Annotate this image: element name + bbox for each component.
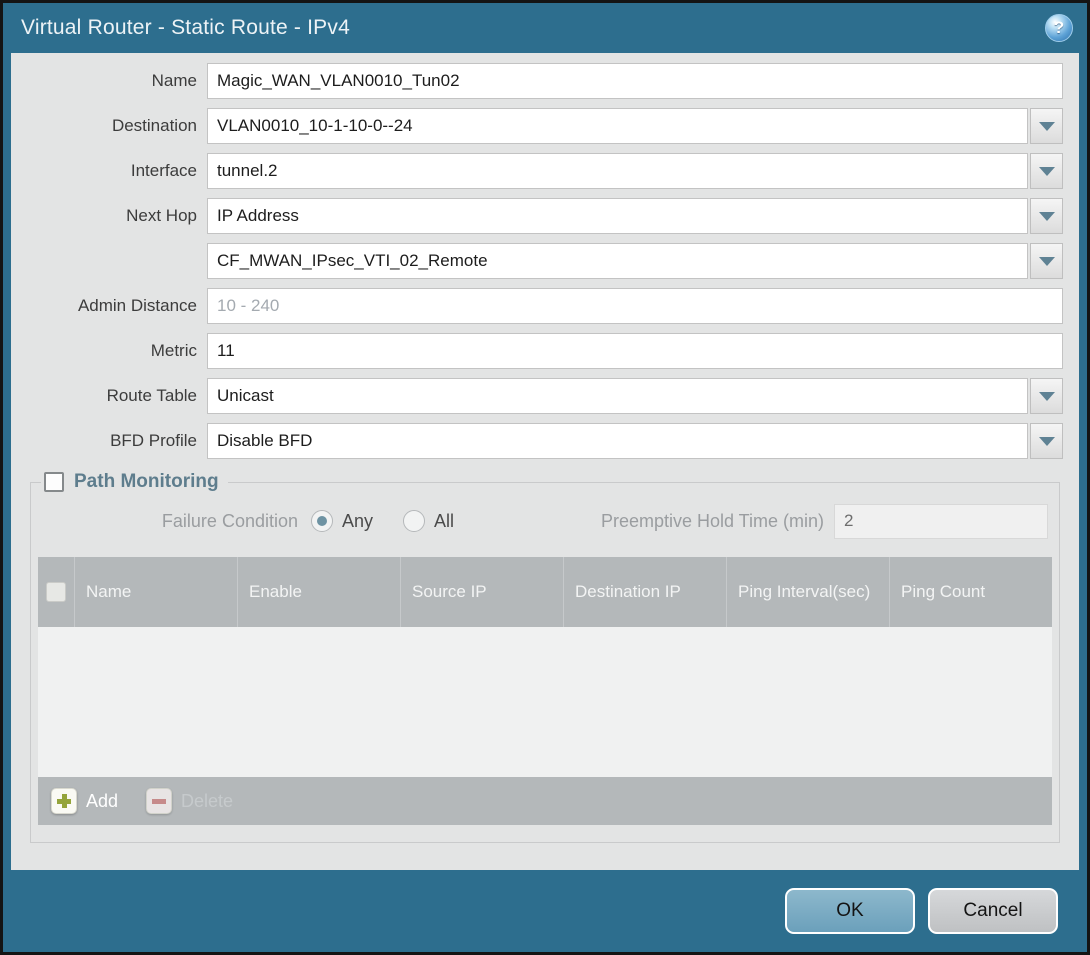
interface-input[interactable] (207, 153, 1028, 189)
help-icon[interactable]: ? (1045, 14, 1073, 42)
dialog-footer: OK Cancel (3, 870, 1087, 952)
chevron-down-icon (1039, 167, 1055, 176)
admin-distance-label: Admin Distance (11, 296, 207, 316)
path-monitoring-controls: Failure Condition Any All Preemptive Hol… (38, 503, 1052, 539)
chevron-down-icon (1039, 392, 1055, 401)
table-body-empty (38, 627, 1052, 777)
column-header-enable: Enable (237, 557, 400, 627)
interface-label: Interface (11, 161, 207, 181)
radio-any-icon[interactable] (311, 510, 333, 532)
route-table-dropdown-button[interactable] (1030, 378, 1063, 414)
ok-button[interactable]: OK (785, 888, 915, 934)
static-route-dialog: Virtual Router - Static Route - IPv4 ? N… (0, 0, 1090, 955)
bfd-profile-input[interactable] (207, 423, 1028, 459)
delete-button: Delete (146, 788, 233, 814)
destination-row: Destination (11, 108, 1079, 144)
path-monitoring-title: Path Monitoring (74, 471, 219, 493)
path-monitoring-legend: Path Monitoring (41, 471, 228, 493)
column-header-source-ip: Source IP (400, 557, 563, 627)
radio-all-label: All (434, 511, 454, 532)
cancel-button[interactable]: Cancel (928, 888, 1058, 934)
failure-condition-radio-group: Any All (311, 510, 484, 532)
metric-label: Metric (11, 341, 207, 361)
minus-icon (146, 788, 172, 814)
preemptive-hold-time-label: Preemptive Hold Time (min) (601, 511, 824, 532)
select-all-column (38, 557, 74, 627)
select-all-checkbox (46, 582, 66, 602)
admin-distance-row: Admin Distance (11, 288, 1079, 324)
interface-row: Interface (11, 153, 1079, 189)
next-hop-dropdown-button[interactable] (1030, 198, 1063, 234)
bfd-profile-row: BFD Profile (11, 423, 1079, 459)
failure-condition-label: Failure Condition (38, 511, 298, 532)
destination-dropdown-button[interactable] (1030, 108, 1063, 144)
bfd-profile-dropdown-button[interactable] (1030, 423, 1063, 459)
table-action-bar: Add Delete (38, 777, 1052, 825)
path-monitoring-checkbox[interactable] (44, 472, 64, 492)
failure-condition-option-all[interactable]: All (403, 510, 454, 532)
next-hop-row: Next Hop (11, 198, 1079, 234)
next-hop-type-input[interactable] (207, 198, 1028, 234)
chevron-down-icon (1039, 437, 1055, 446)
metric-input[interactable] (207, 333, 1063, 369)
name-row: Name (11, 63, 1079, 99)
chevron-down-icon (1039, 122, 1055, 131)
radio-any-label: Any (342, 511, 373, 532)
radio-all-icon[interactable] (403, 510, 425, 532)
preemptive-hold-time-input (834, 504, 1048, 539)
route-table-input[interactable] (207, 378, 1028, 414)
table-header: Name Enable Source IP Destination IP Pin… (38, 557, 1052, 627)
name-input[interactable] (207, 63, 1063, 99)
next-hop-address-input[interactable] (207, 243, 1028, 279)
next-hop-label: Next Hop (11, 206, 207, 226)
column-header-destination-ip: Destination IP (563, 557, 726, 627)
column-header-ping-interval: Ping Interval(sec) (726, 557, 889, 627)
chevron-down-icon (1039, 212, 1055, 221)
name-label: Name (11, 71, 207, 91)
path-monitoring-section: Path Monitoring Failure Condition Any Al… (30, 471, 1060, 843)
add-button[interactable]: Add (51, 788, 118, 814)
dialog-content: Name Destination Interface Next Hop (11, 53, 1079, 870)
chevron-down-icon (1039, 257, 1055, 266)
next-hop-address-row (11, 243, 1079, 279)
route-table-row: Route Table (11, 378, 1079, 414)
bfd-profile-label: BFD Profile (11, 431, 207, 451)
route-table-label: Route Table (11, 386, 207, 406)
dialog-title: Virtual Router - Static Route - IPv4 (21, 16, 350, 40)
destination-input[interactable] (207, 108, 1028, 144)
delete-button-label: Delete (181, 791, 233, 812)
destination-label: Destination (11, 116, 207, 136)
column-header-ping-count: Ping Count (889, 557, 1052, 627)
add-button-label: Add (86, 791, 118, 812)
admin-distance-input[interactable] (207, 288, 1063, 324)
failure-condition-option-any[interactable]: Any (311, 510, 373, 532)
plus-icon (51, 788, 77, 814)
metric-row: Metric (11, 333, 1079, 369)
interface-dropdown-button[interactable] (1030, 153, 1063, 189)
title-bar: Virtual Router - Static Route - IPv4 ? (3, 3, 1087, 53)
path-monitoring-table: Name Enable Source IP Destination IP Pin… (38, 557, 1052, 825)
column-header-name: Name (74, 557, 237, 627)
next-hop-address-dropdown-button[interactable] (1030, 243, 1063, 279)
